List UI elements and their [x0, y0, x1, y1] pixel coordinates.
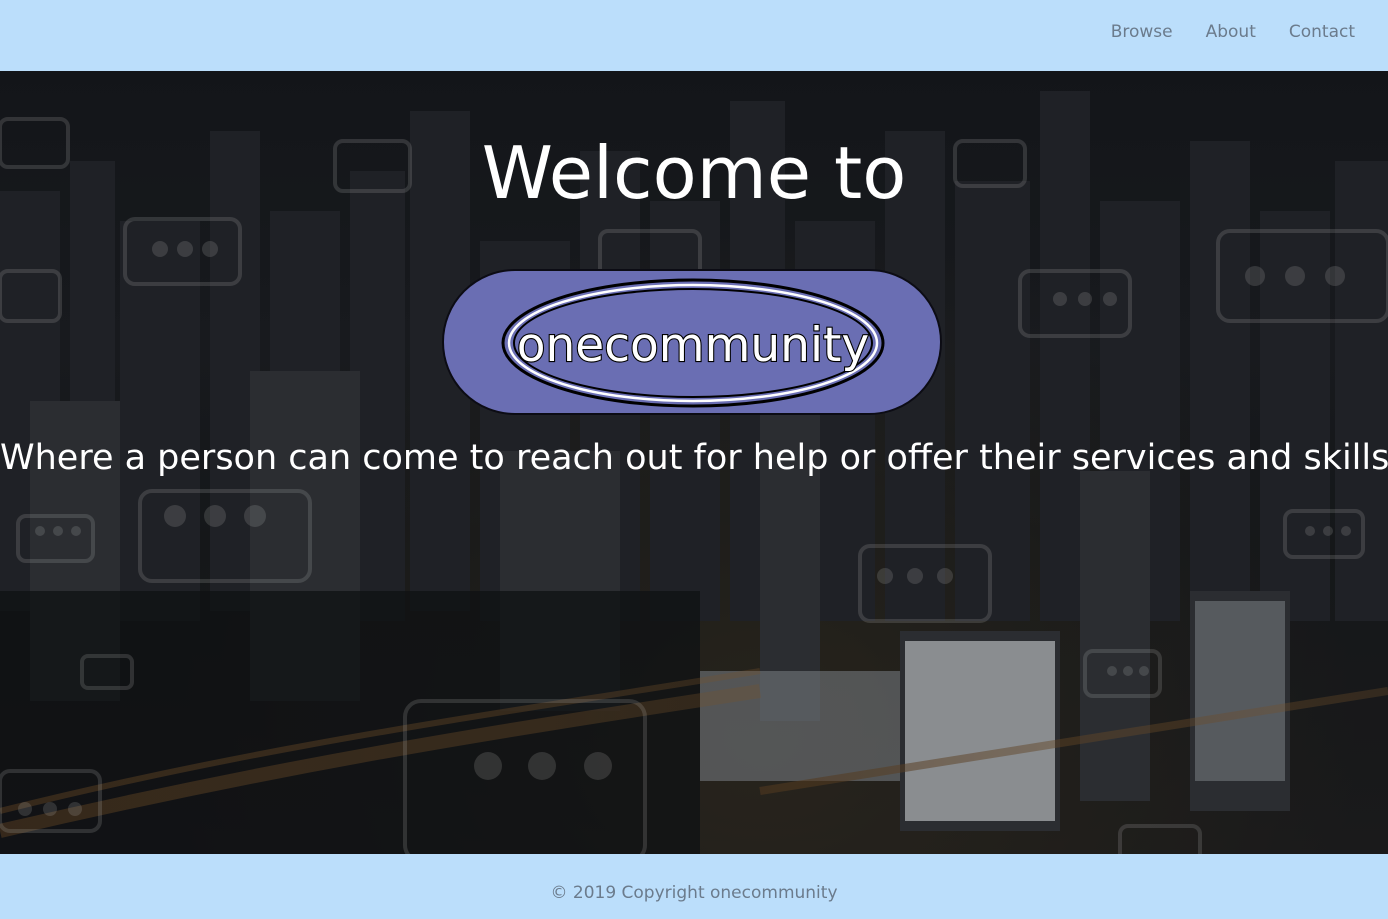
logo-text: onecommunity — [517, 318, 870, 373]
page-footer: © 2019 Copyright onecommunity — [0, 854, 1388, 919]
nav-link-browse[interactable]: Browse — [1111, 22, 1173, 42]
nav-link-about[interactable]: About — [1206, 22, 1256, 42]
nav-links: Browse About Contact — [1111, 0, 1388, 64]
onecommunity-logo: onecommunity — [442, 269, 942, 415]
logo-ellipse-graphic: onecommunity — [501, 278, 885, 408]
copyright-text: © 2019 Copyright onecommunity — [550, 883, 838, 903]
page: Browse About Contact Welcome to onecommu… — [0, 0, 1388, 919]
hero-tagline: Where a person can come to reach out for… — [0, 438, 1388, 478]
hero-title: Welcome to — [481, 131, 907, 215]
hero-section: Welcome to onecommunity Where a person c… — [0, 71, 1388, 854]
nav-link-contact[interactable]: Contact — [1289, 22, 1355, 42]
top-navbar: Browse About Contact — [0, 0, 1388, 71]
